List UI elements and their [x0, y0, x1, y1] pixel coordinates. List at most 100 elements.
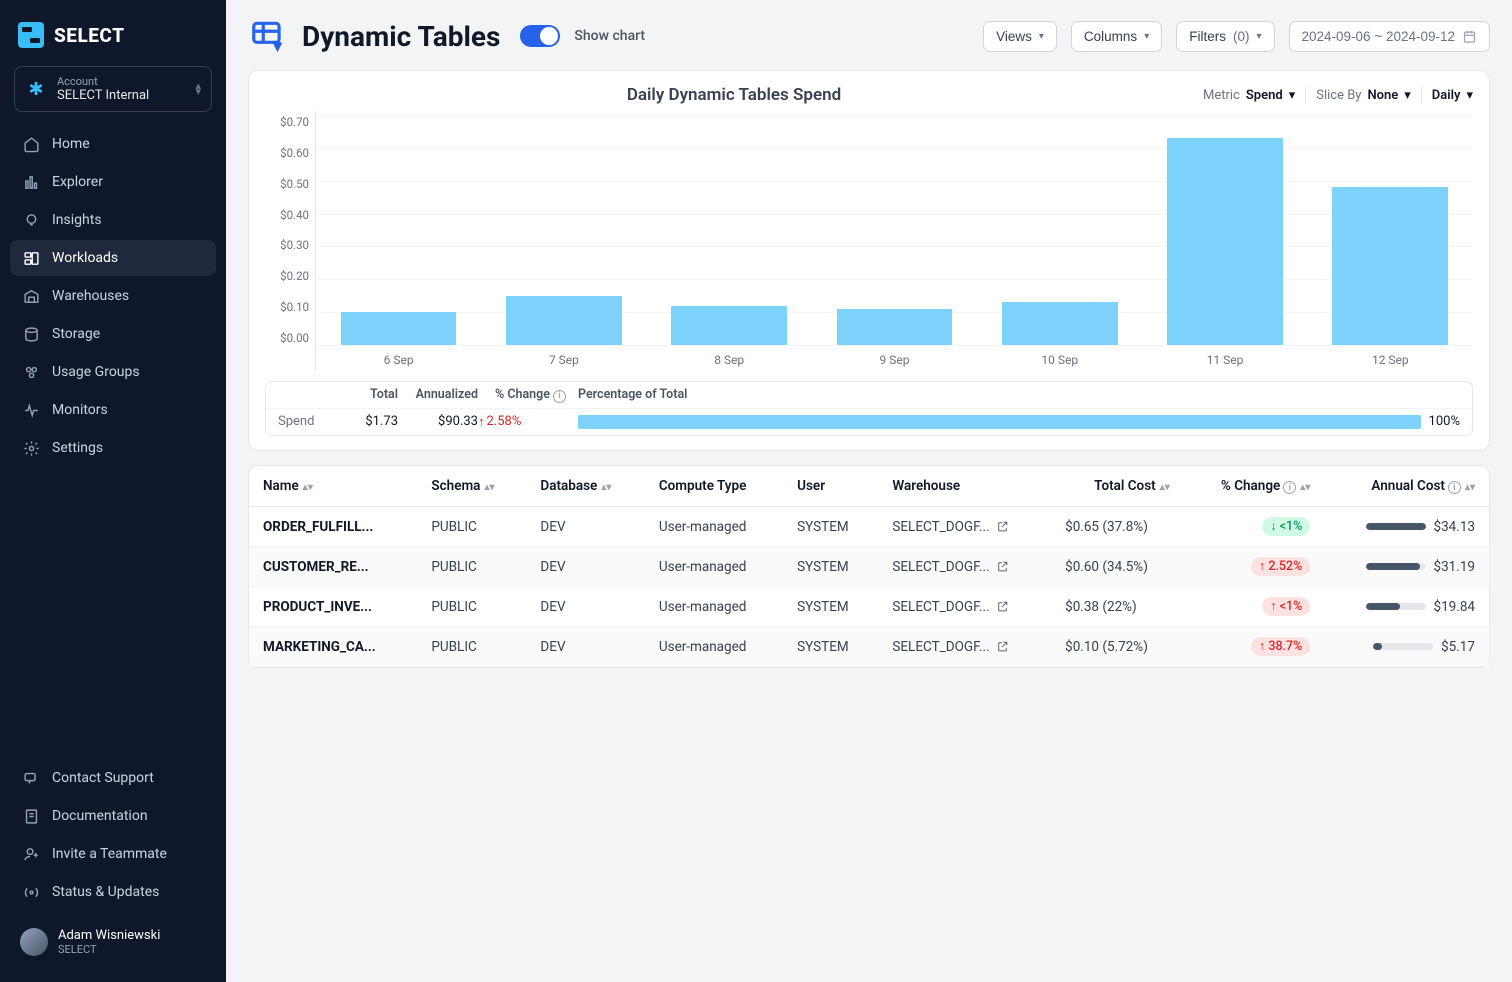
period-select[interactable]: Daily▾: [1432, 88, 1473, 103]
th-database[interactable]: Database▴▾: [526, 466, 644, 507]
warehouse-cell: SELECT_DOGF...: [892, 599, 989, 615]
chat-icon: [22, 769, 40, 787]
logo[interactable]: SELECT: [10, 18, 216, 66]
annual-bar: [1366, 563, 1426, 570]
warehouse-cell: SELECT_DOGF...: [892, 519, 989, 535]
nav-warehouses[interactable]: Warehouses: [10, 278, 216, 314]
nav-label: Warehouses: [52, 288, 129, 304]
compute-cell: User-managed: [645, 627, 783, 667]
annual-bar: [1366, 603, 1426, 610]
nav-label: Insights: [52, 212, 102, 228]
logo-icon: [18, 22, 44, 48]
table-row[interactable]: PRODUCT_INVE... PUBLIC DEV User-managed …: [249, 587, 1489, 627]
database-cell: DEV: [526, 547, 644, 587]
nav-status[interactable]: Status & Updates: [10, 874, 216, 910]
slice-by-select[interactable]: Slice ByNone▾: [1316, 88, 1411, 103]
row-label: Spend: [278, 414, 338, 429]
filters-button[interactable]: Filters(0)▾: [1176, 21, 1274, 52]
columns-button[interactable]: Columns▾: [1071, 21, 1162, 52]
account-switcher[interactable]: ✱ Account SELECT Internal ▴▾: [14, 66, 212, 112]
nav-contact-support[interactable]: Contact Support: [10, 760, 216, 796]
change-badge: ↓ <1%: [1262, 517, 1310, 536]
bar[interactable]: [1002, 302, 1118, 345]
show-chart-toggle[interactable]: [520, 25, 560, 47]
x-label: 9 Sep: [812, 353, 977, 367]
th-annualized: Annualized: [398, 387, 478, 403]
compute-cell: User-managed: [645, 547, 783, 587]
home-icon: [22, 135, 40, 153]
name-cell: ORDER_FULFILL...: [263, 519, 393, 535]
chevron-down-icon: ▾: [1039, 31, 1044, 42]
chart-icon: [22, 173, 40, 191]
th-compute[interactable]: Compute Type: [645, 466, 783, 507]
name-cell: PRODUCT_INVE...: [263, 599, 393, 615]
bar[interactable]: [671, 306, 787, 345]
nav-workloads[interactable]: Workloads: [10, 240, 216, 276]
th-annual[interactable]: Annual Costi▴▾: [1324, 466, 1489, 507]
info-icon[interactable]: i: [1448, 481, 1461, 494]
chevron-down-icon: ▾: [1289, 88, 1296, 103]
external-link-icon[interactable]: [996, 600, 1009, 613]
sort-icon: ▴▾: [303, 485, 313, 490]
info-icon[interactable]: i: [1283, 481, 1296, 494]
nav-label: Documentation: [52, 808, 148, 824]
nav-settings[interactable]: Settings: [10, 430, 216, 466]
th-name[interactable]: Name▴▾: [249, 466, 417, 507]
date-range-text: 2024-09-06 ~ 2024-09-12: [1302, 29, 1456, 44]
gear-icon: [22, 439, 40, 457]
nav-home[interactable]: Home: [10, 126, 216, 162]
bar[interactable]: [506, 296, 622, 345]
chevron-down-icon: ▾: [1256, 31, 1261, 42]
nav-explorer[interactable]: Explorer: [10, 164, 216, 200]
bar[interactable]: [341, 312, 457, 345]
chevron-updown-icon: ▴▾: [195, 83, 201, 95]
storage-icon: [22, 325, 40, 343]
pct-value: 100%: [1429, 414, 1460, 429]
nav-documentation[interactable]: Documentation: [10, 798, 216, 834]
annual-value: $5.17: [1441, 639, 1475, 655]
external-link-icon[interactable]: [996, 520, 1009, 533]
th-total-cost[interactable]: Total Cost▴▾: [1051, 466, 1184, 507]
x-label: 7 Sep: [481, 353, 646, 367]
bar[interactable]: [1167, 138, 1283, 345]
btn-label: Columns: [1084, 29, 1137, 44]
nav-insights[interactable]: Insights: [10, 202, 216, 238]
external-link-icon[interactable]: [996, 560, 1009, 573]
info-icon[interactable]: i: [553, 390, 566, 403]
table-row[interactable]: CUSTOMER_RE... PUBLIC DEV User-managed S…: [249, 547, 1489, 587]
th-schema[interactable]: Schema▴▾: [417, 466, 526, 507]
warehouse-cell: SELECT_DOGF...: [892, 559, 989, 575]
th-change[interactable]: % Changei▴▾: [1184, 466, 1325, 507]
user-menu[interactable]: Adam Wisniewski SELECT: [10, 920, 216, 964]
bar[interactable]: [837, 309, 953, 345]
metric-select[interactable]: MetricSpend▾: [1203, 88, 1295, 103]
x-label: 12 Sep: [1308, 353, 1473, 367]
nav-invite[interactable]: Invite a Teammate: [10, 836, 216, 872]
external-link-icon[interactable]: [996, 640, 1009, 653]
table-row[interactable]: MARKETING_CA... PUBLIC DEV User-managed …: [249, 627, 1489, 667]
bar[interactable]: [1332, 187, 1448, 345]
user-org: SELECT: [58, 943, 160, 956]
date-range-button[interactable]: 2024-09-06 ~ 2024-09-12: [1289, 21, 1491, 52]
dynamic-tables-icon: [248, 16, 288, 56]
annualized-value: $90.33: [398, 414, 478, 429]
page-header: Dynamic Tables Show chart Views▾ Columns…: [248, 16, 1490, 56]
nav-monitors[interactable]: Monitors: [10, 392, 216, 428]
change-badge: ↑ 38.7%: [1251, 637, 1310, 656]
groups-icon: [22, 363, 40, 381]
th-user[interactable]: User: [783, 466, 878, 507]
account-name: SELECT Internal: [57, 88, 149, 103]
nav-label: Monitors: [52, 402, 108, 418]
table-row[interactable]: ORDER_FULFILL... PUBLIC DEV User-managed…: [249, 507, 1489, 547]
sidebar: SELECT ✱ Account SELECT Internal ▴▾ Home…: [0, 0, 226, 982]
nav-usage-groups[interactable]: Usage Groups: [10, 354, 216, 390]
views-button[interactable]: Views▾: [983, 21, 1057, 52]
annual-bar: [1373, 643, 1433, 650]
bulb-icon: [22, 211, 40, 229]
chart-card: Daily Dynamic Tables Spend MetricSpend▾ …: [248, 70, 1490, 451]
total-cost-cell: $0.65 (37.8%): [1051, 507, 1184, 547]
th-warehouse[interactable]: Warehouse: [878, 466, 1051, 507]
nav-storage[interactable]: Storage: [10, 316, 216, 352]
annual-value: $31.19: [1434, 559, 1476, 575]
nav-label: Status & Updates: [52, 884, 159, 900]
